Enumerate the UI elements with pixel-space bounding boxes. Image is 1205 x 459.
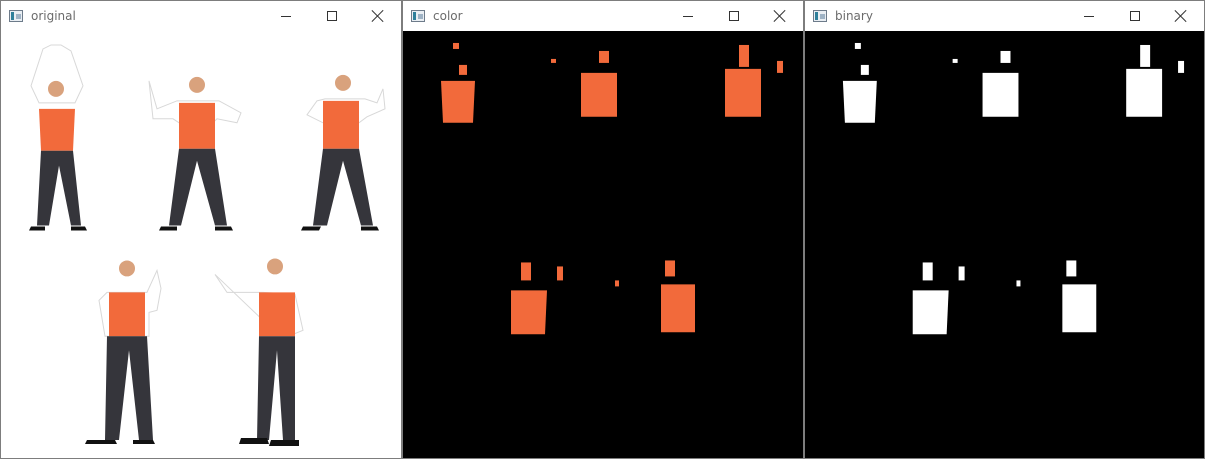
minimize-icon [1084,15,1094,17]
image-canvas [805,31,1204,458]
minimize-icon [281,15,291,17]
original-image [1,31,401,458]
maximize-button[interactable] [309,1,355,31]
minimize-icon [683,15,693,17]
minimize-button[interactable] [665,1,711,31]
window-controls [1066,1,1204,31]
original-window: original [0,0,402,459]
window-title: original [31,9,76,23]
window-controls [665,1,803,31]
minimize-button[interactable] [263,1,309,31]
close-button[interactable] [757,1,803,31]
window-app-icon [411,10,425,22]
close-icon [1175,10,1187,22]
maximize-button[interactable] [711,1,757,31]
maximize-button[interactable] [1112,1,1158,31]
image-canvas [403,31,803,458]
window-controls [263,1,401,31]
close-button[interactable] [1158,1,1204,31]
maximize-icon [729,11,739,21]
minimize-button[interactable] [1066,1,1112,31]
title-bar[interactable]: color [403,1,803,31]
binary-mask-image [805,31,1204,458]
window-app-icon [813,10,827,22]
close-button[interactable] [355,1,401,31]
title-bar[interactable]: binary [805,1,1204,31]
title-bar[interactable]: original [1,1,401,31]
close-icon [372,10,384,22]
color-mask-image [403,31,803,458]
color-window: color [402,0,804,459]
window-app-icon [9,10,23,22]
window-title: binary [835,9,873,23]
maximize-icon [327,11,337,21]
image-canvas [1,31,401,458]
close-icon [774,10,786,22]
maximize-icon [1130,11,1140,21]
window-title: color [433,9,463,23]
binary-window: binary [804,0,1205,459]
